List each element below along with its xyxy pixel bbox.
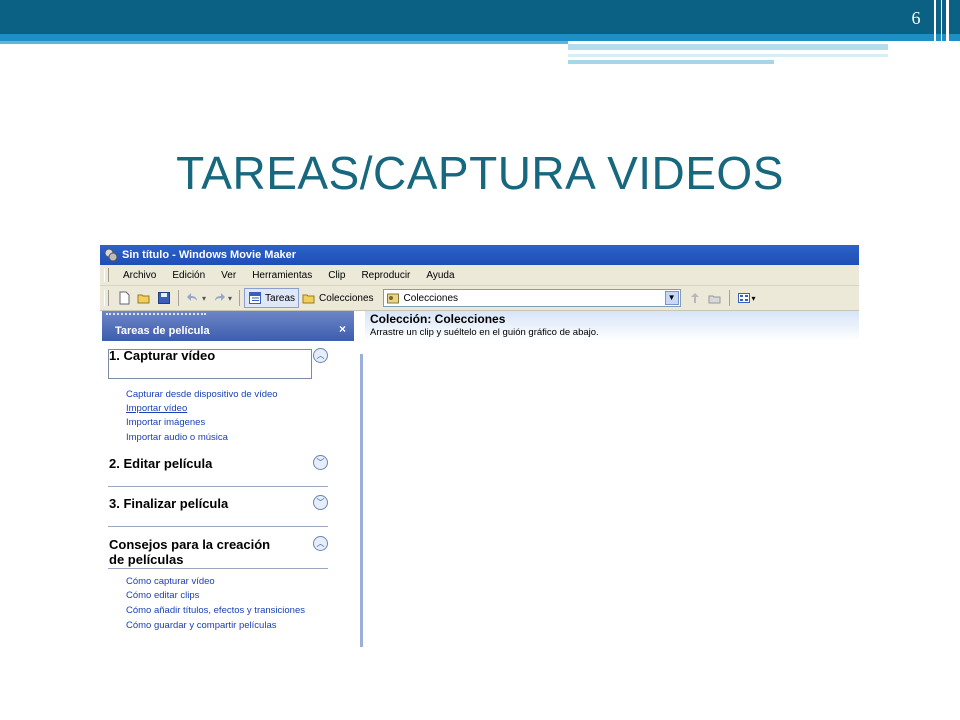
save-icon — [158, 292, 170, 304]
section-divider — [108, 568, 328, 569]
open-folder-icon — [137, 294, 150, 304]
up-folder-button[interactable] — [685, 289, 705, 307]
slide-header-bar — [0, 0, 960, 34]
menu-herramientas[interactable]: Herramientas — [244, 270, 320, 281]
pane-splitter[interactable] — [360, 354, 363, 647]
views-dropdown-icon[interactable]: ▾ — [752, 294, 756, 303]
section-consejos-line1[interactable]: Consejos para la creación — [109, 537, 270, 552]
chevron-down-icon[interactable]: ﹀ — [313, 495, 328, 510]
link-como-guardar[interactable]: Cómo guardar y compartir películas — [126, 620, 276, 631]
section-capturar-video[interactable]: 1. Capturar vídeo — [109, 348, 215, 363]
undo-button[interactable]: ▾ — [183, 289, 209, 307]
new-folder-button[interactable] — [705, 289, 725, 307]
collection-title: Colección: Colecciones — [370, 312, 506, 326]
toolbar-separator — [239, 290, 241, 306]
slide-header-stripe — [568, 54, 888, 57]
tasks-icon — [249, 292, 262, 304]
save-button[interactable] — [154, 289, 174, 307]
menu-clip[interactable]: Clip — [320, 270, 353, 281]
chevron-up-icon[interactable]: ︿ — [313, 536, 328, 551]
views-button[interactable]: ▾ — [734, 289, 759, 307]
toolbar-separator — [178, 290, 179, 306]
chevron-up-icon[interactable]: ︿ — [313, 348, 328, 363]
views-icon — [737, 293, 750, 303]
section-editar-pelicula[interactable]: 2. Editar película — [109, 456, 212, 471]
section-finalizar-pelicula[interactable]: 3. Finalizar película — [109, 496, 228, 511]
redo-dropdown-icon[interactable]: ▾ — [228, 294, 232, 303]
movie-maker-window: Sin título - Windows Movie Maker Archivo… — [100, 245, 859, 648]
collection-instructions: Arrastre un clip y suéltelo en el guión … — [370, 327, 599, 338]
open-button[interactable] — [134, 289, 154, 307]
close-icon[interactable]: × — [339, 322, 346, 336]
link-importar-video[interactable]: Importar vídeo — [126, 403, 187, 414]
menu-edicion[interactable]: Edición — [164, 270, 213, 281]
window-titlebar[interactable]: Sin título - Windows Movie Maker — [100, 245, 859, 265]
chevron-down-icon[interactable]: ﹀ — [313, 455, 328, 470]
collections-folder-icon — [302, 294, 315, 304]
movie-maker-icon — [104, 248, 118, 262]
tareas-button[interactable]: Tareas — [244, 288, 300, 308]
redo-icon — [215, 293, 226, 301]
menu-bar: Archivo Edición Ver Herramientas Clip Re… — [100, 265, 859, 286]
link-importar-audio[interactable]: Importar audio o música — [126, 432, 228, 443]
slide-header-divider — [941, 0, 942, 64]
slide-header-divider — [934, 0, 936, 64]
task-pane-header: Tareas de película × — [102, 311, 354, 341]
link-como-capturar[interactable]: Cómo capturar vídeo — [126, 576, 215, 587]
slide-header-accent-thin — [0, 41, 568, 44]
toolbar-grip — [104, 290, 109, 306]
section-divider — [108, 486, 328, 487]
slide-header-accent — [0, 34, 960, 41]
link-como-anadir-titulos[interactable]: Cómo añadir títulos, efectos y transicio… — [126, 605, 305, 616]
new-folder-icon — [708, 295, 721, 304]
task-pane-title: Tareas de película — [115, 325, 210, 337]
new-button[interactable] — [114, 289, 134, 307]
collection-combo-value: Colecciones — [403, 292, 459, 304]
link-como-editar[interactable]: Cómo editar clips — [126, 590, 199, 601]
menu-grip — [104, 268, 109, 282]
menu-reproducir[interactable]: Reproducir — [353, 270, 418, 281]
tareas-label: Tareas — [265, 292, 296, 304]
menu-ayuda[interactable]: Ayuda — [418, 270, 462, 281]
undo-dropdown-icon[interactable]: ▾ — [202, 294, 206, 303]
toolbar-separator — [728, 290, 730, 306]
colecciones-label: Colecciones — [319, 292, 374, 304]
chevron-down-icon[interactable]: ▼ — [664, 291, 679, 305]
slide-number: 6 — [911, 8, 921, 28]
toolbar: ▾ ▾ Tareas Colecciones Colecciones ▼ ▾ — [100, 286, 859, 311]
section-consejos-line2[interactable]: de películas — [109, 552, 183, 567]
slide-header-stripe — [568, 60, 774, 64]
up-folder-icon — [690, 293, 699, 303]
collection-combo-icon — [386, 293, 399, 304]
new-file-icon — [119, 291, 130, 305]
slide-header-stripe — [568, 44, 888, 50]
window-title: Sin título - Windows Movie Maker — [122, 249, 297, 261]
menu-ver[interactable]: Ver — [213, 270, 244, 281]
pane-header-dots — [106, 313, 206, 317]
slide-title: TAREAS/CAPTURA VIDEOS — [176, 147, 784, 199]
colecciones-button[interactable]: Colecciones — [299, 289, 376, 307]
menu-archivo[interactable]: Archivo — [115, 270, 164, 281]
section-divider — [108, 526, 328, 527]
link-capturar-dispositivo[interactable]: Capturar desde dispositivo de vídeo — [126, 389, 278, 400]
redo-button[interactable]: ▾ — [209, 289, 235, 307]
undo-icon — [187, 293, 197, 301]
link-importar-imagenes[interactable]: Importar imágenes — [126, 417, 205, 428]
slide-header-divider — [946, 0, 949, 64]
collection-combo[interactable]: Colecciones ▼ — [382, 289, 681, 307]
